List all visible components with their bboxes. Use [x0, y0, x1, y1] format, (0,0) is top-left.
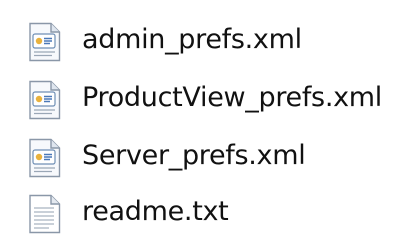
file-name: admin_prefs.xml: [82, 24, 302, 55]
file-item-readme-txt[interactable]: readme.txt: [0, 186, 414, 244]
text-file-icon: [27, 194, 61, 234]
file-list: admin_prefs.xml ProductView_prefs.xml Se…: [0, 0, 414, 246]
file-name: ProductView_prefs.xml: [82, 82, 382, 113]
file-item-server-prefs-xml[interactable]: Server_prefs.xml: [0, 130, 414, 188]
xml-file-icon: [27, 138, 61, 178]
xml-file-icon: [27, 22, 61, 62]
file-name: Server_prefs.xml: [82, 140, 306, 171]
file-item-admin-prefs-xml[interactable]: admin_prefs.xml: [0, 14, 414, 72]
file-item-productview-prefs-xml[interactable]: ProductView_prefs.xml: [0, 72, 414, 130]
xml-file-icon: [27, 80, 61, 120]
file-name: readme.txt: [82, 196, 229, 227]
